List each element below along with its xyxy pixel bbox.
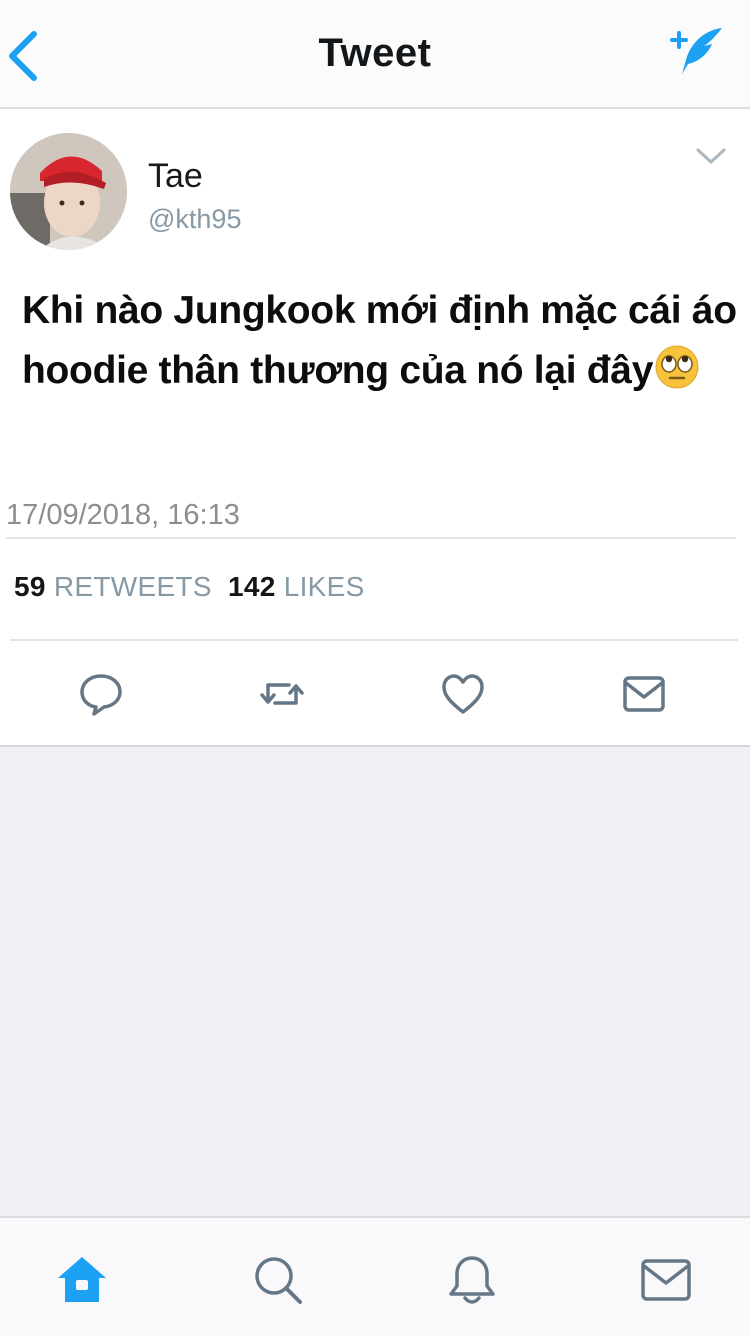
tweet-stats: 59 RETWEETS 142 LIKES (14, 571, 365, 603)
tweet-card: Tae @kth95 Khi nào Jungkook mới định mặc… (0, 109, 750, 747)
compose-tweet-button[interactable] (664, 24, 726, 80)
reply-button[interactable] (78, 671, 124, 717)
tab-notifications[interactable] (444, 1252, 500, 1308)
retweets-count: 59 (14, 571, 46, 602)
retweet-button[interactable] (259, 671, 305, 717)
tab-search[interactable] (250, 1252, 306, 1308)
messages-icon (641, 1259, 691, 1301)
rolling-eyes-emoji (655, 345, 699, 389)
tab-bar (0, 1216, 750, 1336)
retweet-icon (260, 683, 304, 705)
tweet-text: Khi nào Jungkook mới định mặc cái áo hoo… (22, 281, 750, 401)
more-options-button[interactable] (694, 145, 728, 167)
avatar[interactable] (10, 133, 127, 250)
divider (10, 639, 738, 641)
like-button[interactable] (440, 671, 486, 717)
message-icon (623, 676, 665, 712)
user-handle[interactable]: @kth95 (148, 204, 241, 235)
notifications-icon (449, 1256, 495, 1304)
tweet-text-content: Khi nào Jungkook mới định mặc cái áo hoo… (22, 289, 737, 392)
search-icon (255, 1257, 302, 1304)
likes-stat[interactable]: 142 LIKES (228, 571, 365, 602)
home-icon (58, 1257, 106, 1302)
navigation-bar: Tweet (0, 0, 750, 109)
tab-home[interactable] (54, 1252, 110, 1308)
page-title: Tweet (318, 31, 432, 75)
direct-message-button[interactable] (621, 671, 667, 717)
like-icon (442, 674, 484, 714)
retweets-stat[interactable]: 59 RETWEETS (14, 571, 212, 602)
chevron-down-icon (696, 148, 726, 164)
user-name[interactable]: Tae (148, 157, 203, 196)
compose-feather-icon (670, 28, 722, 74)
tab-messages[interactable] (638, 1252, 694, 1308)
reply-icon (80, 674, 122, 716)
retweets-label: RETWEETS (53, 571, 212, 602)
likes-label: LIKES (283, 571, 365, 602)
likes-count: 142 (227, 571, 276, 602)
divider (6, 537, 736, 539)
tweet-timestamp: 17/09/2018, 16:13 (6, 499, 240, 531)
